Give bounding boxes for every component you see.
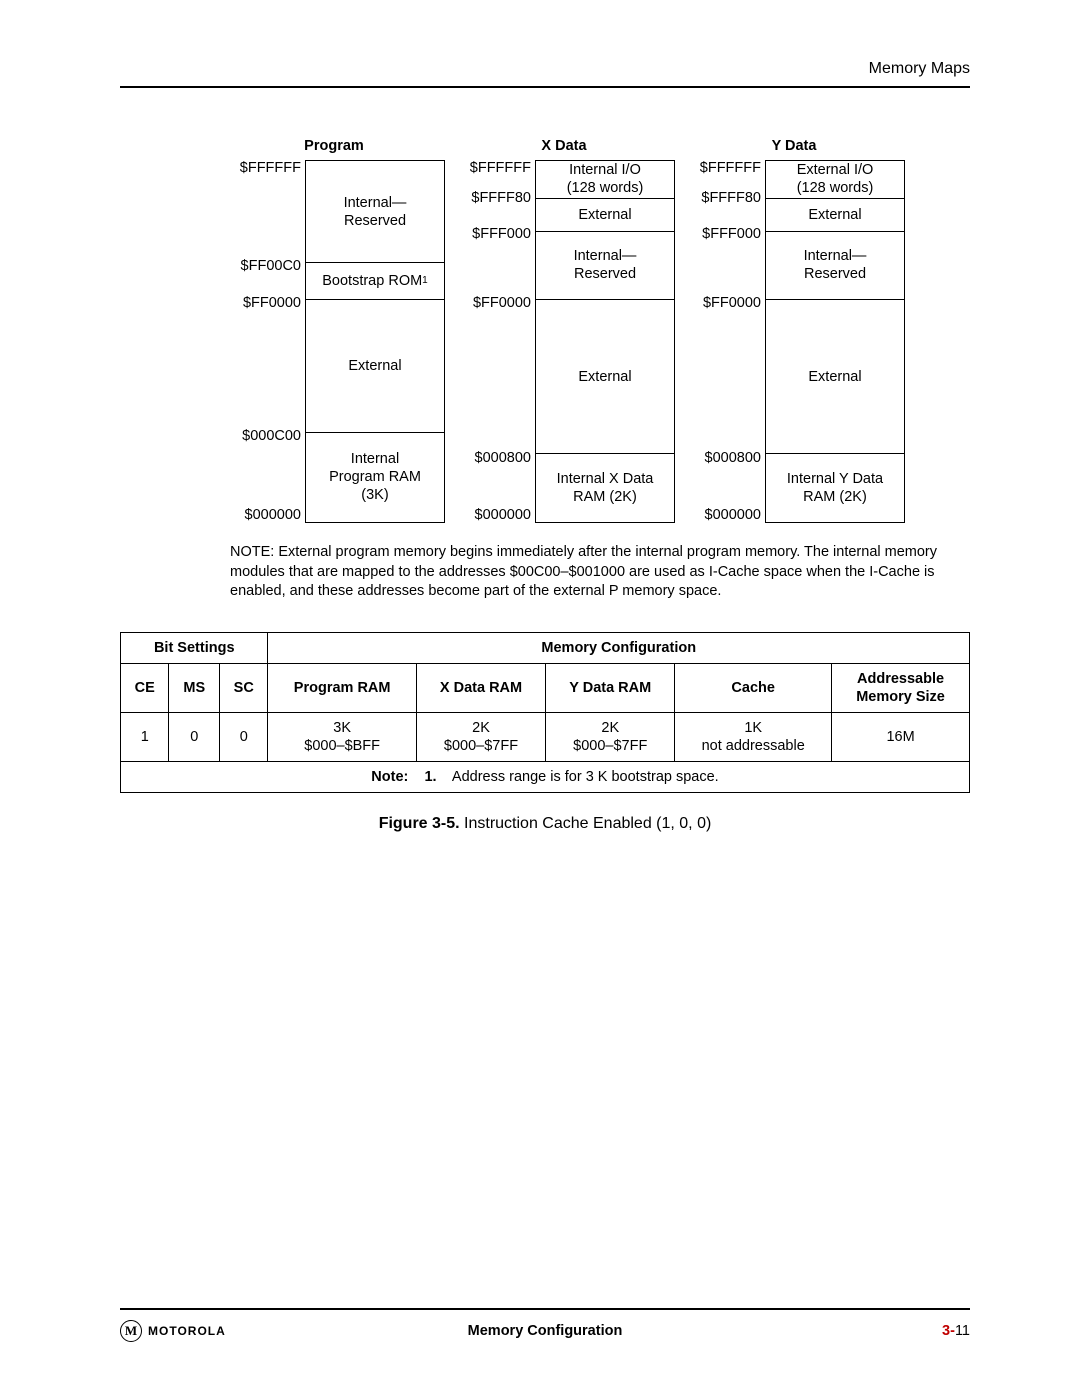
map-cell: Internal—Reserved <box>536 232 674 301</box>
figure-caption: Figure 3-5. Instruction Cache Enabled (1… <box>120 815 970 833</box>
map-cell: Internal X DataRAM (2K) <box>536 454 674 522</box>
td-value: 2K$000–$7FF <box>416 713 545 762</box>
addr-col-xdata: $FFFFFF $FFFF80 $FFF000 $FF0000 $000800 $0000… <box>453 160 535 525</box>
footer-page: 3-11 <box>942 1323 970 1339</box>
header-rule <box>120 86 970 88</box>
motorola-logo-icon: M <box>120 1320 142 1342</box>
map-cell: External <box>536 300 674 454</box>
th-sub: Cache <box>675 663 832 712</box>
addr-label: $000000 <box>705 507 761 523</box>
map-program: Program $FFFFFF $FF00C0 $FF0000 $000C00 $000… <box>223 138 445 525</box>
addr-label: $FFFFFF <box>470 160 531 176</box>
map-xdata: X Data $FFFFFF $FFFF80 $FFF000 $FF0000 $0008… <box>453 138 675 525</box>
addr-label: $000800 <box>705 450 761 466</box>
map-cell: Internal Y DataRAM (2K) <box>766 454 904 522</box>
map-cell: External <box>536 199 674 232</box>
map-cell: External <box>306 300 444 432</box>
addr-label: $FFFF80 <box>471 190 531 206</box>
th-bit-settings: Bit Settings <box>121 632 268 663</box>
memory-maps: Program $FFFFFF $FF00C0 $FF0000 $000C00 $000… <box>158 138 970 525</box>
th-sub: AddressableMemory Size <box>832 663 970 712</box>
addr-label: $FFF000 <box>702 226 761 242</box>
page-number: 11 <box>955 1323 970 1339</box>
map-cell: External I/O(128 words) <box>766 161 904 199</box>
table-note-num: 1. <box>424 769 436 785</box>
config-table: Bit Settings Memory Configuration CEMSSC… <box>120 632 970 794</box>
td-value: 3K$000–$BFF <box>268 713 416 762</box>
td-value: 16M <box>832 713 970 762</box>
motorola-logo-text: MOTOROLA <box>148 1324 226 1338</box>
th-sub: Y Data RAM <box>546 663 675 712</box>
td-value: 1Knot addressable <box>675 713 832 762</box>
td-value: 0 <box>220 713 268 762</box>
table-note-label: Note: <box>371 769 408 785</box>
addr-label: $000000 <box>475 507 531 523</box>
map-title-xdata: X Data <box>453 138 675 154</box>
map-cell: External <box>766 300 904 454</box>
map-cell: Internal I/O(128 words) <box>536 161 674 199</box>
map-title-program: Program <box>223 138 445 154</box>
th-sub: Program RAM <box>268 663 416 712</box>
figure-label: Figure 3-5. <box>379 815 460 832</box>
addr-label: $FFFFFF <box>240 160 301 176</box>
table-note-text: Address range is for 3 K bootstrap space… <box>452 769 719 785</box>
addr-label: $FF0000 <box>243 295 301 311</box>
page-chapter: 3- <box>942 1323 955 1339</box>
map-cell: InternalProgram RAM(3K) <box>306 433 444 523</box>
addr-label: $FFF000 <box>472 226 531 242</box>
map-cell: Internal—Reserved <box>766 232 904 301</box>
box-col-xdata: Internal I/O(128 words)ExternalInternal—… <box>535 160 675 523</box>
th-sub: SC <box>220 663 268 712</box>
th-mem-config: Memory Configuration <box>268 632 970 663</box>
map-cell: Bootstrap ROM1 <box>306 263 444 300</box>
map-title-ydata: Y Data <box>683 138 905 154</box>
th-sub: CE <box>121 663 169 712</box>
addr-label: $FF0000 <box>473 295 531 311</box>
td-value: 2K$000–$7FF <box>546 713 675 762</box>
map-ydata: Y Data $FFFFFF $FFFF80 $FFF000 $FF0000 $0008… <box>683 138 905 525</box>
addr-label: $FF00C0 <box>241 258 301 274</box>
page-footer: M MOTOROLA Memory Configuration 3-11 <box>120 1308 970 1342</box>
box-col-program: Internal—ReservedBootstrap ROM1ExternalI… <box>305 160 445 523</box>
td-value: 0 <box>169 713 220 762</box>
th-sub: X Data RAM <box>416 663 545 712</box>
addr-col-ydata: $FFFFFF $FFFF80 $FFF000 $FF0000 $000800 $0000… <box>683 160 765 525</box>
table-note: Note: 1. Address range is for 3 K bootst… <box>121 762 970 793</box>
addr-label: $000800 <box>475 450 531 466</box>
addr-label: $FFFFFF <box>700 160 761 176</box>
footer-logo: M MOTOROLA <box>120 1320 226 1342</box>
addr-label: $000C00 <box>242 428 301 444</box>
addr-col-program: $FFFFFF $FF00C0 $FF0000 $000C00 $000000 <box>223 160 305 525</box>
box-col-ydata: External I/O(128 words)ExternalInternal—… <box>765 160 905 523</box>
addr-label: $FFFF80 <box>701 190 761 206</box>
td-value: 1 <box>121 713 169 762</box>
addr-label: $FF0000 <box>703 295 761 311</box>
th-sub: MS <box>169 663 220 712</box>
memory-map-note: NOTE: External program memory begins imm… <box>230 543 950 602</box>
footer-center: Memory Configuration <box>120 1323 970 1339</box>
map-cell: Internal—Reserved <box>306 161 444 263</box>
addr-label: $000000 <box>245 507 301 523</box>
figure-caption-text: Instruction Cache Enabled (1, 0, 0) <box>460 815 712 832</box>
header-title: Memory Maps <box>120 60 970 78</box>
map-cell: External <box>766 199 904 232</box>
